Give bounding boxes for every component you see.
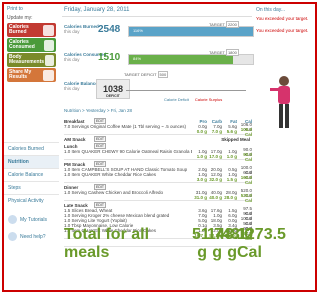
sidebar: Print to Update my: Calories Burned Calor… [4,4,59,290]
meal-section: Lunch EDIT 1.0 Item QUAKER CHEWY 90 Calori… [64,143,252,162]
column-header: Fat [230,118,237,124]
consumed-message: You exceeded your target. [256,28,309,33]
balance-legend: Calorie Deficit Calorie Surplus [164,97,223,102]
tile-icon [44,39,54,51]
help-icon [8,232,17,241]
consumed-bar: 84% TARGET 1800 [128,49,254,65]
burned-label: Calories Burned this day [64,24,99,34]
meal-name: Late Snack [64,202,88,208]
balance-value: 1038 DEFICIT [96,79,130,99]
print-link[interactable]: Print to [7,6,56,12]
burned-value: 2548 [98,24,121,35]
sidebar-item-4[interactable]: Physical Activity [4,194,59,207]
balance-scale [126,84,246,91]
main-panel: Friday, January 28, 2011 Calories Burned… [62,4,286,290]
tutorials-link[interactable]: My Tutorials [8,215,55,224]
meal-name: Lunch [64,143,78,149]
on-this-day-title: On this day... [256,7,286,13]
meal-name: PM Snack [64,161,86,167]
meal-section: AM Snack EDIT Skipped Meal [64,136,252,142]
meal-name: AM Snack [64,136,86,142]
calories-burned-metric: Calories Burned this day 2548 116% TARGET… [64,21,254,46]
meal-total: 1.0 g 17.0 g 1.0 g 90.0 Cal [64,152,252,162]
all-meals-total: Total for all meals 51.7 g 148.1 g 48.0 g 12… [64,225,286,261]
sidebar-item-0[interactable]: Calories Burned [4,142,59,155]
tile-icon [44,54,54,66]
deficit-target-input[interactable]: 500 [157,71,169,78]
meal-section: Dinner EDIT 1.0 Serving Cashew Chicken and… [64,184,252,203]
sidebar-tile-1[interactable]: Calories Consumed [7,38,56,52]
calorie-balance-metric: Calorie Balance this day 1038 DEFICIT TARG… [64,71,252,105]
burned-target-input[interactable]: 2200 [225,21,239,28]
sidebar-item-3[interactable]: Steps [4,181,59,194]
consumed-value: 1510 [98,52,121,63]
burned-message: You exceeded your target. [256,16,309,21]
consumed-target-input[interactable]: 1800 [225,49,239,56]
update-heading: Update my: [7,15,33,21]
tutorials-icon [8,215,17,224]
person-illustration [270,76,290,128]
page-date: Friday, January 28, 2011 [62,4,252,17]
skipped-note: Skipped Meal [221,136,250,142]
meal-total: 3.0 g 32.0 g 1.5 g 160.0 Cal [64,175,252,185]
meal-name: Breakfast [64,118,85,124]
sidebar-tile-2[interactable]: Body Measurements [7,53,56,67]
balance-label: Calorie Balance this day [64,81,98,91]
meal-name: Dinner [64,184,79,190]
column-header: Carb [211,118,222,124]
sidebar-item-2[interactable]: Calorie Balance [4,168,59,181]
edit-button[interactable]: EDIT [94,136,106,142]
tile-icon [42,24,54,36]
right-panel: On this day... You exceeded your target.… [254,4,316,290]
meal-section: PM Snack EDIT 1.0 Item CAMPBELL'S SOUP AT … [64,161,252,185]
meal-section: Breakfast EDIT Pro Carb Fat Cal 7.0 Servings O… [64,118,252,137]
sidebar-tile-0[interactable]: Calories Burned [7,23,56,37]
sidebar-item-1[interactable]: Nutrition [4,155,59,168]
burned-bar: 116% TARGET 2200 [128,21,254,37]
tile-icon [43,69,54,81]
meal-total: 31.0 g 40.0 g 28.0 g 520.0 Cal [64,193,252,203]
breadcrumb[interactable]: Nutrition > Yesterday > Fri, Jan 28 [64,108,132,113]
column-header: Pro [199,118,207,124]
meal-total: 0.0 g 7.0 g 5.6 g 106.0 Cal [64,127,252,137]
sidebar-tile-3[interactable]: Share My Results [7,68,56,82]
food-log: Breakfast EDIT Pro Carb Fat Cal 7.0 Servings O… [64,118,286,261]
sidebar-nav: Calories Burned Nutrition Calorie Balance S… [4,142,59,207]
help-link[interactable]: Need help? [8,232,55,241]
